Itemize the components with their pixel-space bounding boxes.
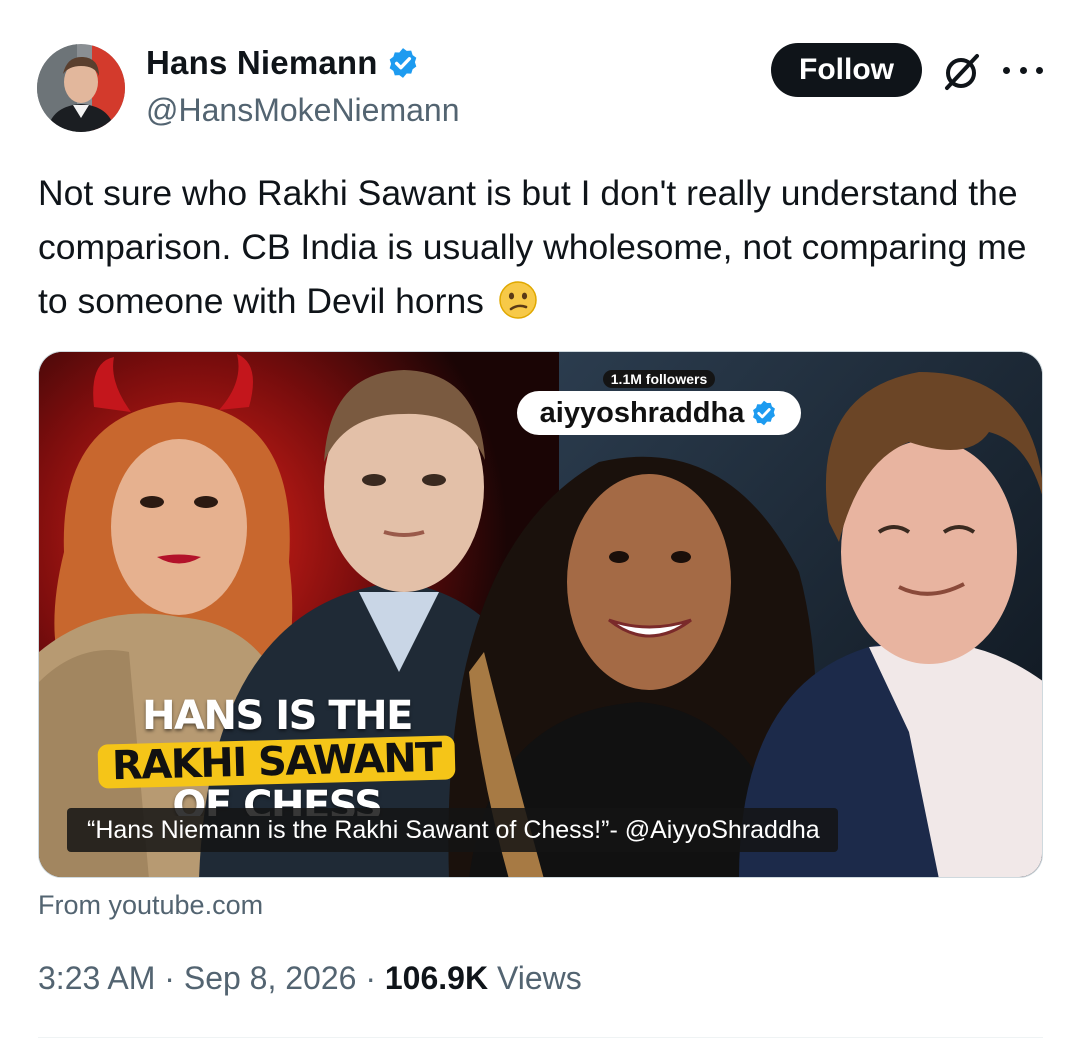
views-label: Views xyxy=(488,960,582,996)
avatar-image xyxy=(37,44,125,132)
meta-separator: · xyxy=(155,960,184,996)
meta-separator: · xyxy=(356,960,385,996)
grok-icon[interactable] xyxy=(940,50,984,94)
author-avatar[interactable] xyxy=(37,44,125,132)
dot-icon xyxy=(1036,66,1043,74)
media-card[interactable]: 1.1M followers aiyyoshraddha HANS IS THE… xyxy=(38,351,1043,878)
author-display-name[interactable]: Hans Niemann xyxy=(146,44,378,82)
author-handle[interactable]: @HansMokeNiemann xyxy=(146,92,460,129)
confused-face-emoji xyxy=(499,281,537,319)
tweet-date[interactable]: Sep 8, 2026 xyxy=(184,960,357,996)
media-source[interactable]: From youtube.com xyxy=(38,890,263,921)
divider xyxy=(38,1037,1043,1038)
verified-badge-icon[interactable] xyxy=(386,46,420,80)
views-count[interactable]: 106.9K xyxy=(385,960,488,996)
media-caption: “Hans Niemann is the Rakhi Sawant of Che… xyxy=(67,808,838,852)
badge-followers: 1.1M followers xyxy=(602,370,716,388)
tweet-text: Not sure who Rakhi Sawant is but I don't… xyxy=(38,166,1048,328)
badge-channel-name: aiyyoshraddha xyxy=(517,391,801,435)
thumbnail-title: HANS IS THE RAKHI SAWANT OF CHESS xyxy=(87,694,467,816)
verified-badge-icon xyxy=(753,400,776,426)
tweet-time[interactable]: 3:23 AM xyxy=(38,960,155,996)
thumbnail-title-line-1: HANS IS THE xyxy=(142,693,413,739)
dot-icon xyxy=(1003,66,1010,74)
badge-channel-label: aiyyoshraddha xyxy=(539,396,745,429)
thumbnail-title-line-2: RAKHI SAWANT xyxy=(97,735,457,789)
more-options-icon[interactable] xyxy=(1003,60,1043,80)
follow-button[interactable]: Follow xyxy=(771,43,922,97)
tweet-meta: 3:23 AM · Sep 8, 2026 · 106.9K Views xyxy=(38,960,582,997)
author-name-row[interactable]: Hans Niemann xyxy=(146,44,420,82)
channel-badge: 1.1M followers aiyyoshraddha xyxy=(517,370,801,435)
dot-icon xyxy=(1019,66,1027,74)
